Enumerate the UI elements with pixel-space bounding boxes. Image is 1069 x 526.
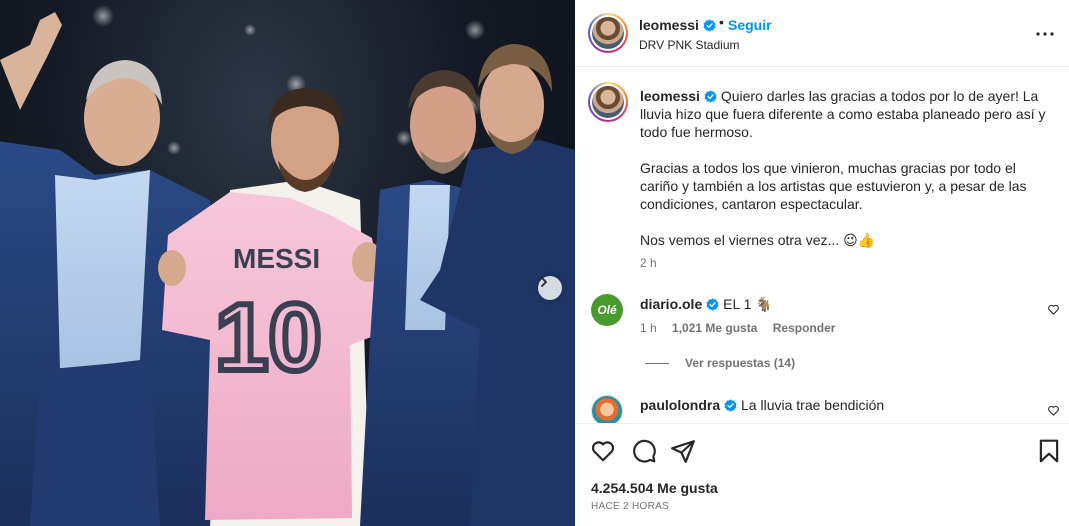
caption-time[interactable]: 2 h [640,256,657,270]
share-icon[interactable] [670,438,696,464]
post-image: MESSI 10 [0,5,575,526]
comment-text: La lluvia trae bendición [741,397,885,413]
chevron-right-icon [541,277,547,287]
heart-icon[interactable] [1047,303,1060,316]
post-header: leomessi • Seguir DRV PNK Stadium [575,0,1069,67]
follow-button[interactable]: Seguir [728,17,772,33]
comment-time[interactable]: 1 h [640,321,657,335]
more-options-icon[interactable] [1033,22,1057,46]
next-photo-button[interactable] [538,276,562,300]
post-panel: leomessi • Seguir DRV PNK Stadium leomes… [575,0,1069,526]
commenter-username[interactable]: paulolondra [640,397,720,413]
caption-paragraph-2: Gracias a todos los que vinieron, muchas… [640,160,1027,212]
save-icon[interactable] [1036,438,1062,464]
jersey-name: MESSI [233,243,320,274]
post-caption: leomessi Quiero darles las gracias a tod… [640,87,1052,249]
commenter-avatar[interactable]: Olé [591,294,623,326]
ole-logo-text: Olé [597,303,617,317]
caption-avatar[interactable] [588,82,628,122]
verified-icon [703,19,716,32]
replies-line [645,363,669,365]
comment-icon[interactable] [631,438,657,464]
heart-icon[interactable] [1047,404,1060,417]
separator-dot: • [719,14,724,30]
author-username-text[interactable]: leomessi [639,17,699,33]
view-replies-label[interactable]: Ver respuestas (14) [685,356,795,370]
post-location[interactable]: DRV PNK Stadium [639,38,739,52]
reply-button[interactable]: Responder [773,321,836,335]
caption-username[interactable]: leomessi [640,88,700,104]
author-avatar[interactable] [588,13,628,53]
verified-icon [724,399,737,412]
likes-count[interactable]: 4.254.504 Me gusta [591,480,718,496]
post-time-ago[interactable]: HACE 2 HORAS [591,501,669,512]
comment-text: EL 1 🐐 [723,296,773,312]
comment-likes[interactable]: 1,021 Me gusta [672,321,757,335]
post-photo[interactable]: MESSI 10 [0,0,575,526]
commenter-username[interactable]: diario.ole [640,296,702,312]
jersey-number: 10 [215,284,322,391]
view-replies-button[interactable]: Ver respuestas (14) [645,356,795,370]
verified-icon [706,298,719,311]
verified-icon [704,90,717,103]
caption-paragraph-1: Quiero darles las gracias a todos por lo… [640,88,1046,140]
action-bar: 4.254.504 Me gusta HACE 2 HORAS [575,423,1069,526]
author-username[interactable]: leomessi [639,17,716,33]
caption-paragraph-3: Nos vemos el viernes otra vez... 😉👍 [640,232,876,248]
like-heart-icon[interactable] [590,438,616,464]
